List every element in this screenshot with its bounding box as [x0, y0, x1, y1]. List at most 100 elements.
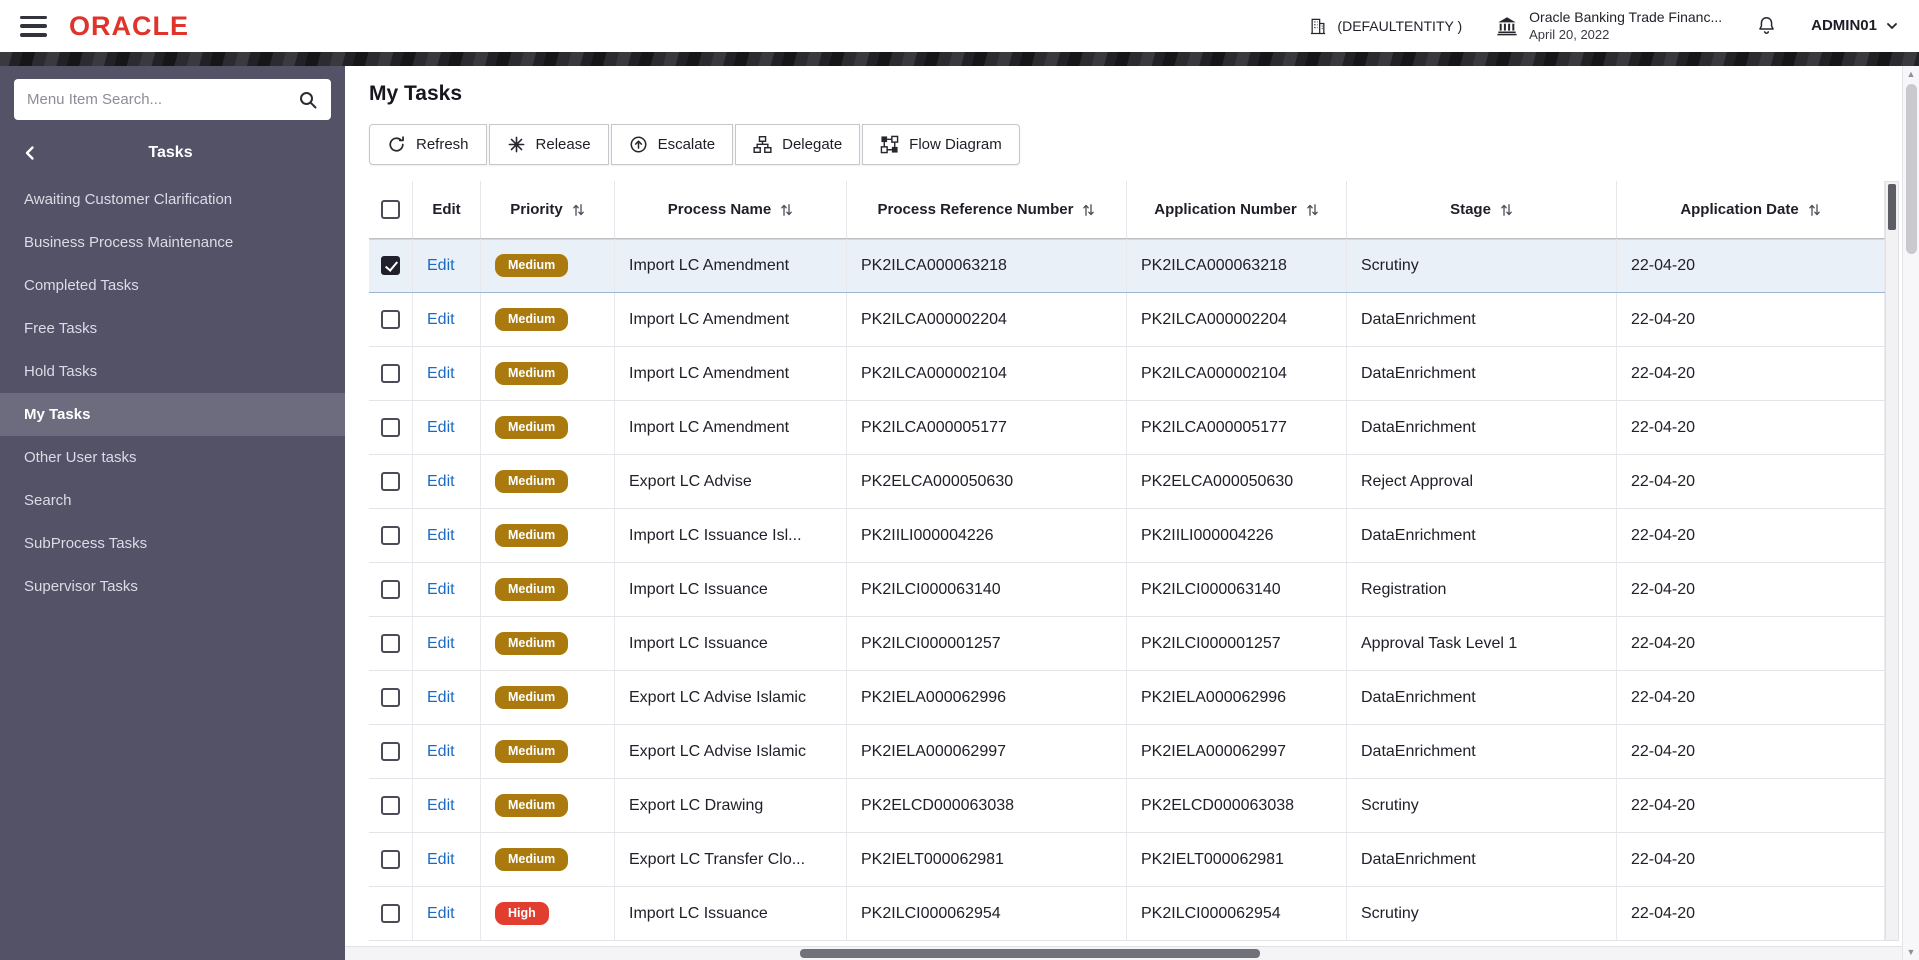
row-checkbox[interactable] — [381, 580, 400, 599]
sort-icon[interactable] — [572, 203, 585, 217]
edit-link[interactable]: Edit — [427, 365, 455, 383]
edit-link[interactable]: Edit — [427, 743, 455, 761]
release-button[interactable]: Release — [488, 124, 609, 165]
application-number-cell: PK2ELCA000050630 — [1127, 455, 1347, 508]
row-checkbox-cell — [369, 347, 413, 400]
table-header-row: Edit Priority Process Name Process Referenc… — [369, 181, 1885, 239]
table-vertical-scrollbar-thumb[interactable] — [1888, 184, 1896, 230]
hamburger-menu-icon[interactable] — [20, 15, 47, 37]
sort-icon[interactable] — [1082, 203, 1095, 217]
user-menu[interactable]: ADMIN01 — [1811, 17, 1899, 34]
menu-search-input[interactable] — [27, 91, 290, 108]
task-row: Edit Medium Import LC Amendment PK2ILCA0000… — [369, 293, 1885, 347]
row-checkbox[interactable] — [381, 256, 400, 275]
column-header-application-date[interactable]: Application Date — [1617, 181, 1885, 238]
tasks-table: Edit Priority Process Name Process Referenc… — [369, 181, 1899, 941]
sidebar-nav: Awaiting Customer Clarification Business … — [0, 178, 345, 608]
edit-link[interactable]: Edit — [427, 689, 455, 707]
priority-cell: Medium — [481, 509, 615, 562]
sidebar-item-subprocess-tasks[interactable]: SubProcess Tasks — [0, 522, 345, 565]
row-checkbox[interactable] — [381, 418, 400, 437]
priority-cell: Medium — [481, 401, 615, 454]
priority-badge: Medium — [495, 416, 569, 439]
row-checkbox[interactable] — [381, 526, 400, 545]
stage-cell: DataEnrichment — [1347, 833, 1617, 886]
sidebar-item-free-tasks[interactable]: Free Tasks — [0, 307, 345, 350]
page-vertical-scrollbar[interactable]: ▲ ▼ — [1902, 66, 1919, 960]
application-number-cell: PK2IELT000062981 — [1127, 833, 1347, 886]
sort-icon[interactable] — [1306, 203, 1319, 217]
priority-badge: High — [495, 902, 549, 925]
scroll-down-arrow-icon[interactable]: ▼ — [1903, 947, 1919, 957]
column-label: Process Name — [667, 201, 772, 218]
sidebar-item-supervisor-tasks[interactable]: Supervisor Tasks — [0, 565, 345, 608]
notifications-button[interactable] — [1756, 15, 1777, 36]
priority-cell: Medium — [481, 293, 615, 346]
table-vertical-scrollbar[interactable] — [1885, 181, 1899, 941]
row-checkbox[interactable] — [381, 904, 400, 923]
search-button[interactable] — [298, 90, 318, 110]
escalate-button[interactable]: Escalate — [610, 124, 734, 165]
edit-link[interactable]: Edit — [427, 635, 455, 653]
scroll-up-arrow-icon[interactable]: ▲ — [1903, 69, 1919, 79]
edit-link[interactable]: Edit — [427, 257, 455, 275]
column-header-priority[interactable]: Priority — [481, 181, 615, 238]
row-checkbox[interactable] — [381, 850, 400, 869]
sidebar-item-awaiting-customer-clarification[interactable]: Awaiting Customer Clarification — [0, 178, 345, 221]
row-checkbox[interactable] — [381, 796, 400, 815]
top-header: ORACLE (DEFAULTENTITY ) Oracle Banking T… — [0, 0, 1919, 52]
sidebar-item-my-tasks[interactable]: My Tasks — [0, 393, 345, 436]
delegate-button[interactable]: Delegate — [735, 124, 861, 165]
select-all-checkbox[interactable] — [381, 200, 400, 219]
back-button[interactable] — [14, 145, 46, 161]
product-info[interactable]: Oracle Banking Trade Financ... April 20,… — [1496, 8, 1722, 43]
sidebar-item-hold-tasks[interactable]: Hold Tasks — [0, 350, 345, 393]
horizontal-scrollbar[interactable] — [345, 946, 1902, 960]
edit-link[interactable]: Edit — [427, 797, 455, 815]
refresh-button[interactable]: Refresh — [369, 124, 487, 165]
horizontal-scrollbar-thumb[interactable] — [800, 949, 1260, 958]
stage-cell: DataEnrichment — [1347, 725, 1617, 778]
column-label: Application Date — [1680, 201, 1799, 218]
row-checkbox-cell — [369, 509, 413, 562]
edit-cell: Edit — [413, 563, 481, 616]
sort-icon[interactable] — [1808, 203, 1821, 217]
edit-cell: Edit — [413, 833, 481, 886]
row-checkbox[interactable] — [381, 634, 400, 653]
column-header-process-name[interactable]: Process Name — [615, 181, 847, 238]
edit-link[interactable]: Edit — [427, 851, 455, 869]
column-header-application-number[interactable]: Application Number — [1127, 181, 1347, 238]
page-vertical-scrollbar-thumb[interactable] — [1906, 84, 1917, 254]
process-reference-number-cell: PK2IELA000062997 — [847, 725, 1127, 778]
edit-cell: Edit — [413, 887, 481, 940]
sidebar-item-completed-tasks[interactable]: Completed Tasks — [0, 264, 345, 307]
column-header-process-reference-number[interactable]: Process Reference Number — [847, 181, 1127, 238]
edit-link[interactable]: Edit — [427, 527, 455, 545]
stage-cell: Registration — [1347, 563, 1617, 616]
flow-diagram-button[interactable]: Flow Diagram — [862, 124, 1020, 165]
edit-link[interactable]: Edit — [427, 581, 455, 599]
header-right: (DEFAULTENTITY ) Oracle Banking Trade Fi… — [1308, 8, 1899, 43]
edit-link[interactable]: Edit — [427, 311, 455, 329]
edit-link[interactable]: Edit — [427, 473, 455, 491]
row-checkbox[interactable] — [381, 742, 400, 761]
sidebar-item-other-user-tasks[interactable]: Other User tasks — [0, 436, 345, 479]
row-checkbox[interactable] — [381, 310, 400, 329]
entity-selector[interactable]: (DEFAULTENTITY ) — [1308, 16, 1462, 36]
edit-link[interactable]: Edit — [427, 905, 455, 923]
product-name: Oracle Banking Trade Financ... — [1529, 9, 1723, 26]
row-checkbox[interactable] — [381, 688, 400, 707]
column-header-stage[interactable]: Stage — [1347, 181, 1617, 238]
sort-icon[interactable] — [780, 203, 793, 217]
task-row: Edit Medium Import LC Issuance PK2ILCI00000… — [369, 617, 1885, 671]
sidebar-item-business-process-maintenance[interactable]: Business Process Maintenance — [0, 221, 345, 264]
row-checkbox[interactable] — [381, 364, 400, 383]
sort-icon[interactable] — [1500, 203, 1513, 217]
priority-cell: Medium — [481, 833, 615, 886]
row-checkbox[interactable] — [381, 472, 400, 491]
row-checkbox-cell — [369, 671, 413, 724]
column-label: Stage — [1450, 201, 1491, 218]
edit-link[interactable]: Edit — [427, 419, 455, 437]
sidebar-item-search[interactable]: Search — [0, 479, 345, 522]
content-shell: Tasks Awaiting Customer ClarificationBus… — [0, 66, 1919, 960]
